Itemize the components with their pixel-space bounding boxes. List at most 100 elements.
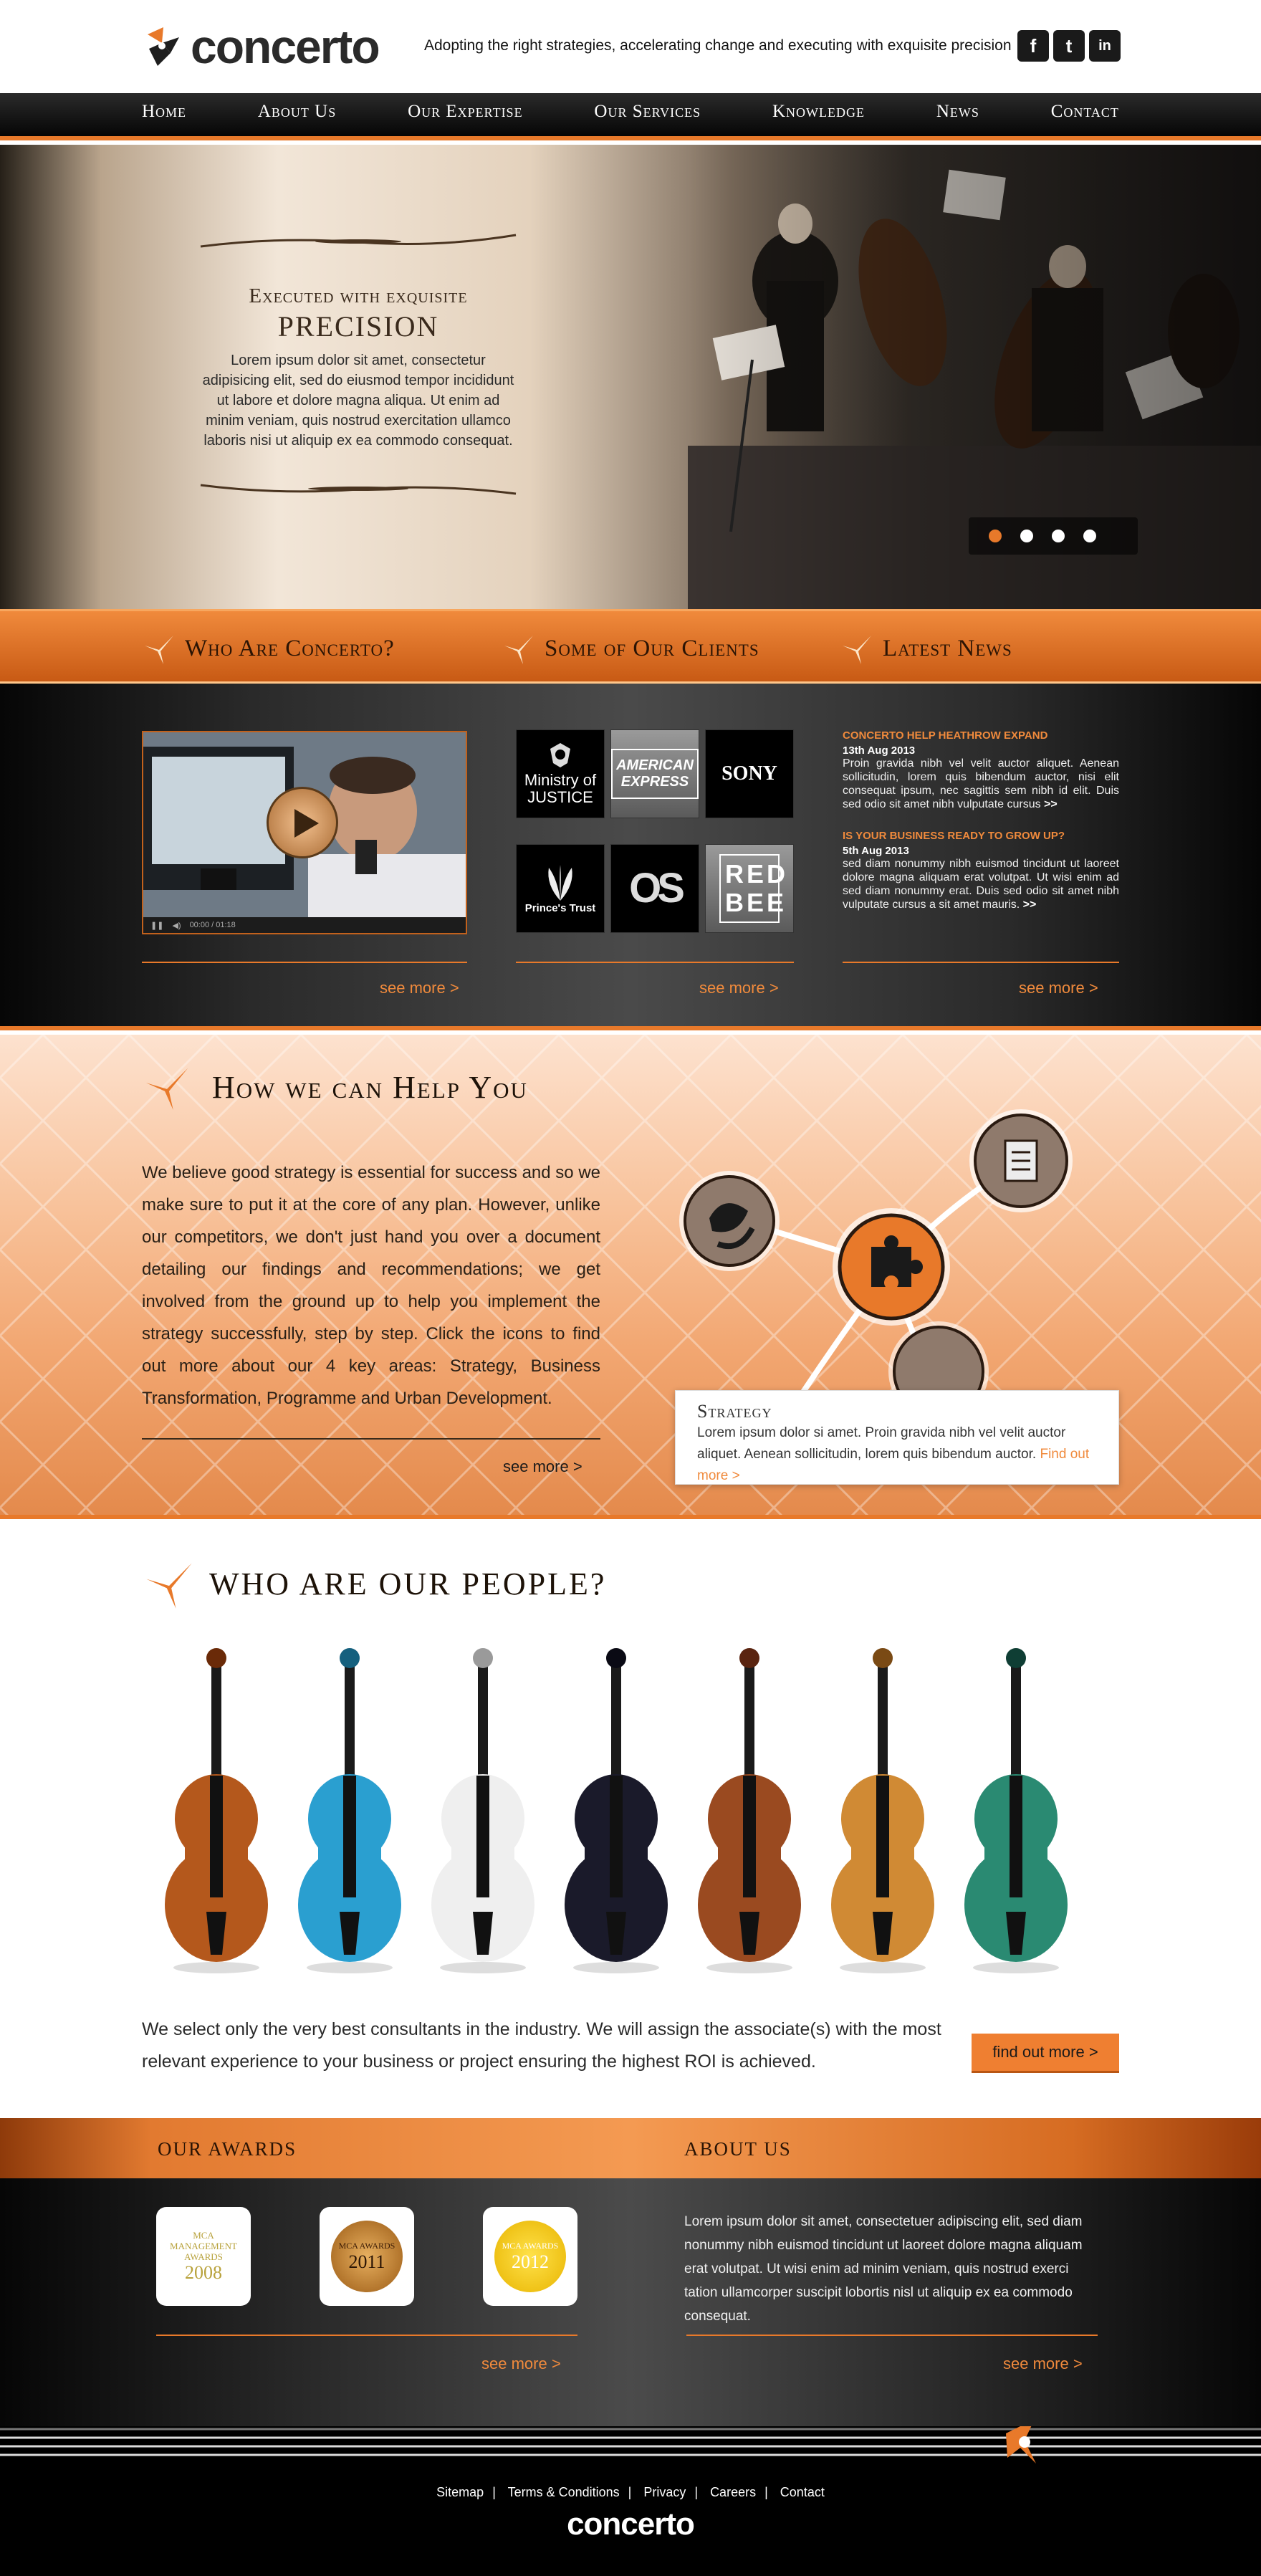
footer-link-privacy[interactable]: Privacy [643,2485,686,2499]
client-logo-princes-trust[interactable]: Prince's Trust [516,844,605,933]
find-out-more-button[interactable]: find out more > [972,2034,1119,2071]
violin-image [565,1648,668,1973]
help-see-more-link[interactable]: see more > [503,1457,582,1476]
nav-our-expertise[interactable]: Our Expertise [408,102,523,122]
nav-home[interactable]: Home [142,102,186,122]
site-header: concerto Adopting the right strategies, … [0,0,1261,93]
slider-dot-2[interactable] [1020,530,1033,542]
site-footer: Sitemap | Terms & Conditions | Privacy | Ca… [0,2426,1261,2576]
client-logo-sony[interactable]: SONY [705,729,794,818]
volume-icon[interactable]: ◀) [172,921,181,930]
logo-mark-icon [148,27,179,66]
heading-latest-news: Latest News [840,631,1012,666]
video-controls: ❚❚ ◀) 00:00 / 01:18 [143,917,466,933]
news-item: Is your business ready to grow up? 5th A… [843,830,1119,911]
logo-wordmark: concerto [191,20,380,73]
footer-link-sitemap[interactable]: Sitemap [436,2485,484,2499]
strategy-info-card: Strategy Lorem ipsum dolor si amet. Proi… [675,1390,1119,1485]
hero-body: Lorem ipsum dolor sit amet, consectetur … [202,353,514,449]
programme-icon[interactable] [679,1171,780,1271]
violin-image [964,1648,1068,1973]
footer-logo[interactable]: concerto [0,2506,1261,2542]
staff-lines [0,2426,1261,2464]
intro-video-player[interactable]: ❚❚ ◀) 00:00 / 01:18 [142,731,467,934]
client-logo-american-express[interactable]: AMERICAN EXPRESS [610,729,699,818]
document-icon[interactable] [969,1109,1073,1212]
nav-our-services[interactable]: Our Services [594,102,701,122]
slider-dot-1[interactable] [989,530,1002,542]
nav-about-us[interactable]: About Us [258,102,336,122]
nav-news[interactable]: News [936,102,979,122]
twitter-icon[interactable]: t [1053,30,1085,62]
slider-dot-4[interactable] [1083,530,1096,542]
news-item: Concerto help Heathrow expand 13th Aug 2… [843,729,1119,811]
card-body: Lorem ipsum dolor si amet. Proin gravida… [697,1425,1090,1483]
header-tagline: Adopting the right strategies, accelerat… [424,37,1012,54]
footer-link-contact[interactable]: Contact [780,2485,825,2499]
play-button[interactable] [267,787,338,858]
award-badge-2008[interactable]: MCA MANAGEMENT AWARDS 2008 [156,2207,251,2306]
news-headline[interactable]: Is your business ready to grow up? [843,830,1119,842]
social-links: f t in [1017,30,1121,62]
about-heading: ABOUT US [684,2138,792,2160]
heading-who-are-concerto: Who Are Concerto? [142,631,395,666]
help-section: How we can Help You We believe good stra… [0,1035,1261,1519]
violin-image [431,1648,534,1973]
puzzle-icon[interactable] [833,1208,950,1326]
hero-copy: Executed with exquisite PRECISION Lorem … [193,231,523,503]
people-body: We select only the very best consultants… [142,2019,941,2072]
divider [142,962,467,963]
awards-see-more-link[interactable]: see more > [481,2355,561,2373]
flourish-bottom [200,484,517,495]
footer-link-terms[interactable]: Terms & Conditions [508,2485,620,2499]
help-heading: How we can Help You [142,1062,528,1112]
conductor-star-icon [145,636,173,664]
award-badge-2011[interactable]: MCA AWARDS 2011 [320,2207,414,2306]
help-body: We believe good strategy is essential fo… [142,1163,600,1408]
hero-title-line2: PRECISION [277,310,439,343]
violin-image [165,1648,268,1973]
client-logo-red-bee[interactable]: RED BEE [705,844,794,933]
news-read-more-link[interactable]: >> [1023,899,1037,911]
main-nav: Home About Us Our Expertise Our Services… [0,93,1261,140]
conductor-star-icon [504,636,533,664]
nav-knowledge[interactable]: Knowledge [772,102,865,122]
nav-contact[interactable]: Contact [1051,102,1119,122]
conductor-star-icon [146,1563,192,1609]
intro-content-band: ❚❚ ◀) 00:00 / 01:18 Ministry of JUSTICE … [0,684,1261,1030]
pause-icon[interactable]: ❚❚ [150,921,163,930]
divider [156,2335,577,2336]
about-body: Lorem ipsum dolor sit amet, consectetuer… [684,2214,1083,2324]
slider-dot-3[interactable] [1052,530,1065,542]
awards-about-band: MCA MANAGEMENT AWARDS 2008 MCA AWARDS 20… [0,2178,1261,2426]
hero-banner: Executed with exquisite PRECISION Lorem … [0,145,1261,609]
video-time: 00:00 / 01:18 [189,921,236,929]
awards-heading: OUR AWARDS [158,2138,297,2160]
facebook-icon[interactable]: f [1017,30,1049,62]
latest-news-list: Concerto help Heathrow expand 13th Aug 2… [843,729,1119,930]
footer-link-careers[interactable]: Careers [710,2485,756,2499]
people-heading: WHO ARE OUR PEOPLE? [142,1556,606,1611]
clients-see-more-link[interactable]: see more > [699,979,779,997]
flourish-top [200,234,517,248]
conductor-star-icon [145,1068,188,1111]
heading-some-of-our-clients: Some of Our Clients [502,631,759,666]
news-see-more-link[interactable]: see more > [1019,979,1098,997]
awards-about-bar: OUR AWARDS ABOUT US [0,2118,1261,2178]
award-badge-2012[interactable]: MCA AWARDS 2012 [483,2207,577,2306]
section-headings-bar: Who Are Concerto? Some of Our Clients La… [0,609,1261,684]
client-logo-os[interactable]: OS [610,844,699,933]
linkedin-icon[interactable]: in [1089,30,1121,62]
about-see-more-link[interactable]: see more > [1003,2355,1083,2373]
who-see-more-link[interactable]: see more > [380,979,459,997]
client-logo-ministry-of-justice[interactable]: Ministry of JUSTICE [516,729,605,818]
site-logo[interactable]: concerto [142,20,380,73]
conductor-star-icon [843,636,871,664]
divider [843,962,1119,963]
news-headline[interactable]: Concerto help Heathrow expand [843,729,1119,742]
feathers-icon [548,864,572,901]
divider [516,962,794,963]
news-read-more-link[interactable]: >> [1044,798,1058,810]
hero-title-line1: Executed with exquisite [249,284,468,307]
news-body: sed diam nonummy nibh euismod tincidunt … [843,858,1119,911]
